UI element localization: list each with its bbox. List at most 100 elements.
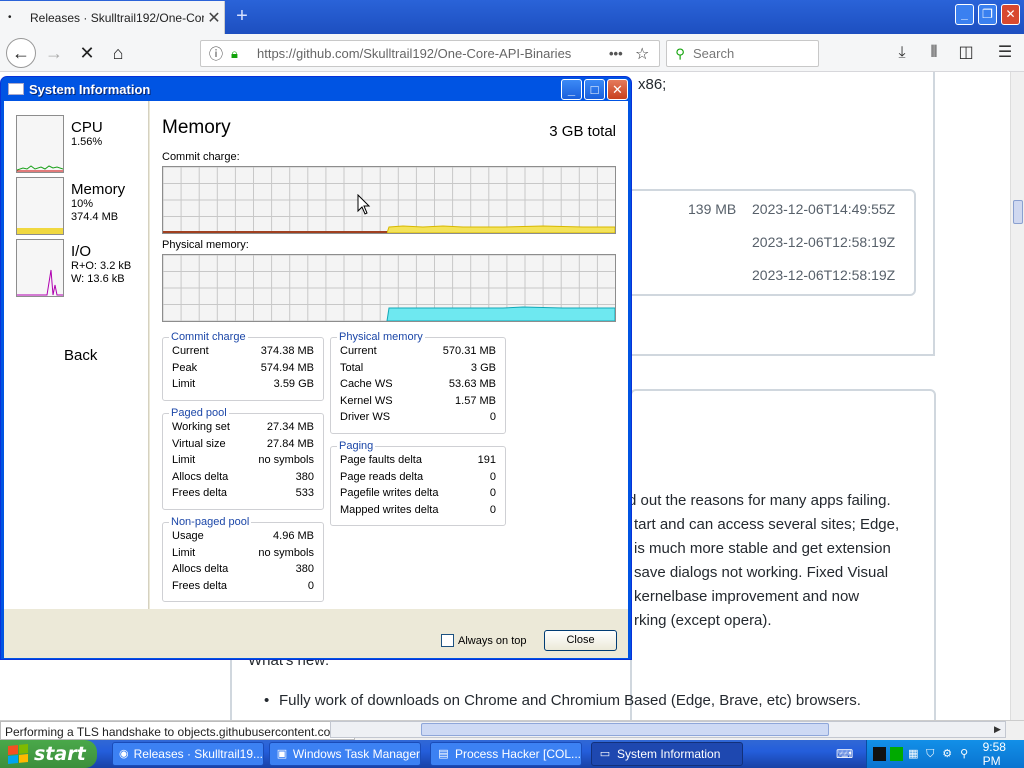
stop-loading-icon[interactable]: ✕ [73, 39, 101, 67]
sidebar-item-io[interactable]: I/O R+O: 3.2 kB W: 13.6 kB [16, 239, 140, 297]
taskbar-item-process-hacker[interactable]: ▤ Process Hacker [COL... [430, 742, 582, 766]
stat-label: Pagefile writes delta [340, 487, 439, 499]
search-placeholder: Search [693, 46, 735, 61]
scroll-right-icon[interactable]: ▶ [990, 722, 1005, 737]
stat-label: Frees delta [172, 487, 228, 499]
asset-date[interactable]: 2023-12-06T12:58:19Z [752, 234, 895, 250]
start-button[interactable]: start [0, 740, 97, 768]
url-bar[interactable]: ⓘ 🔒︎ https://github.com/Skulltrail192/On… [200, 40, 660, 67]
stat-value: 374.38 MB [260, 345, 314, 357]
page-actions-icon[interactable]: ••• [609, 46, 635, 61]
tray-gear-icon[interactable]: ⚙ [941, 747, 954, 761]
web-text-fragment: x86; [638, 76, 667, 93]
shield-icon[interactable]: ⛉ [924, 747, 937, 761]
browser-minimize-button[interactable]: _ [955, 4, 974, 25]
menu-icon[interactable]: ☰ [993, 41, 1017, 65]
release-notes-line: rking (except opera). [634, 612, 772, 629]
release-notes-line: is much more stable and get extension [634, 540, 891, 557]
tab-close-icon[interactable]: ✕ [204, 8, 224, 28]
page-vertical-scrollbar[interactable] [1010, 72, 1024, 720]
library-icon[interactable]: ⫴ [922, 41, 946, 65]
lock-icon: 🔒︎ [231, 45, 238, 61]
downloads-icon[interactable]: ⤓ [890, 41, 914, 65]
stat-row: Mapped writes delta 0 [331, 502, 505, 519]
window-title-bar[interactable]: System Information _ □ ✕ [4, 77, 628, 101]
stat-value: 380 [295, 563, 314, 575]
stat-row: Limit no symbols [163, 545, 323, 562]
browser-nav-bar: ← → ✕ ⌂ ⓘ 🔒︎ https://github.com/Skulltra… [0, 34, 1024, 72]
taskbar-item-label: Windows Task Manager [292, 747, 420, 761]
stat-value: 3.59 GB [273, 378, 314, 390]
release-notes-line: kernelbase improvement and now [634, 588, 860, 605]
search-input[interactable]: ⚲ Search [666, 40, 819, 67]
close-window-button[interactable]: ✕ [607, 78, 628, 100]
stat-label: Total [340, 361, 364, 374]
taskbar-item-system-information[interactable]: ▭ System Information [591, 742, 743, 766]
keyboard-icon[interactable]: ⌨ [836, 747, 853, 761]
maximize-button[interactable]: □ [584, 78, 605, 100]
cpu-label: CPU [71, 119, 103, 136]
memory-mini-graph [16, 177, 64, 235]
sidebar-item-memory[interactable]: Memory 10% 374.4 MB [16, 177, 140, 235]
stat-row: Current 570.31 MB [331, 343, 505, 360]
stat-row: Pagefile writes delta 0 [331, 485, 505, 502]
stat-value: 0 [489, 503, 496, 516]
back-arrow-icon[interactable]: ← [6, 38, 36, 68]
bookmark-star-icon[interactable]: ☆ [635, 44, 659, 64]
stat-row: Driver WS 0 [331, 409, 505, 426]
process-hacker-icon: ▤ [438, 748, 449, 760]
section-divider [630, 354, 935, 356]
sidebar-icon[interactable]: ◫ [954, 41, 978, 65]
physical-memory-graph [162, 254, 616, 322]
stat-row: Page reads delta 0 [331, 469, 505, 486]
tray-app-icon[interactable] [873, 747, 886, 761]
window-body: CPU 1.56% Memory 10% 374.4 MB I/O R+O: 3.2 k… [4, 101, 628, 658]
system-information-window: System Information _ □ ✕ CPU 1.56% Memory… [0, 76, 632, 660]
taskbar-item-firefox[interactable]: ◉ Releases · Skulltrail19... [112, 742, 264, 766]
stat-row: Virtual size 27.84 MB [163, 436, 323, 453]
stat-label: Kernel WS [340, 394, 393, 407]
group-legend: Paged pool [171, 407, 227, 419]
home-icon[interactable]: ⌂ [104, 39, 132, 67]
stat-label: Working set [172, 421, 230, 433]
stat-row: Cache WS 53.63 MB [331, 376, 505, 393]
taskbar-item-label: Process Hacker [COL... [454, 747, 581, 761]
always-on-top-checkbox[interactable]: Always on top [441, 634, 526, 647]
taskbar-item-task-manager[interactable]: ▣ Windows Task Manager [269, 742, 421, 766]
browser-tab[interactable]: • Releases · Skulltrail192/One-Core ✕ [0, 1, 225, 34]
asset-date[interactable]: 2023-12-06T12:58:19Z [752, 267, 895, 283]
asset-date[interactable]: 2023-12-06T14:49:55Z [752, 201, 895, 217]
stat-value: 0 [489, 470, 496, 483]
stat-label: Limit [172, 378, 196, 390]
scrollbar-thumb[interactable] [421, 723, 829, 736]
scrollbar-thumb[interactable] [1013, 200, 1023, 224]
stat-value: 4.96 MB [273, 530, 314, 542]
back-button[interactable]: Back [64, 347, 97, 364]
browser-restore-button[interactable]: ❐ [978, 4, 997, 25]
io-read: R+O: 3.2 kB [71, 260, 132, 272]
always-on-top-label: Always on top [458, 634, 527, 647]
browser-close-button[interactable]: ✕ [1001, 4, 1020, 25]
taskbar: start ◉ Releases · Skulltrail19... ▣ Windo… [0, 740, 1024, 768]
close-button[interactable]: Close [544, 630, 617, 651]
checkbox-box[interactable] [441, 634, 454, 647]
stat-label: Virtual size [172, 437, 226, 450]
paged-pool-group: Paged pool Working set 27.34 MB Virtual si… [162, 407, 324, 510]
group-legend: Paging [339, 440, 374, 452]
group-legend: Commit charge [171, 331, 246, 343]
minimize-button[interactable]: _ [561, 78, 582, 100]
search-icon: ⚲ [675, 45, 685, 61]
forward-arrow-icon[interactable]: → [40, 39, 68, 67]
paging-group: Paging Page faults delta 191 Page reads de… [330, 440, 506, 526]
stat-label: Mapped writes delta [340, 503, 439, 516]
tray-search-icon[interactable]: ⚲ [958, 747, 971, 761]
sidebar-item-cpu[interactable]: CPU 1.56% [16, 115, 140, 173]
new-tab-icon[interactable]: + [230, 4, 254, 28]
tray-monitor-icon[interactable] [889, 747, 903, 761]
horizontal-scrollbar[interactable]: ▶ [330, 721, 1006, 738]
release-notes-line: d out the reasons for many apps failing. [628, 492, 891, 509]
network-icon[interactable]: ▦ [907, 747, 920, 761]
window-icon [8, 83, 24, 95]
taskbar-item-label: System Information [617, 747, 721, 761]
info-icon[interactable]: ⓘ [201, 44, 231, 64]
